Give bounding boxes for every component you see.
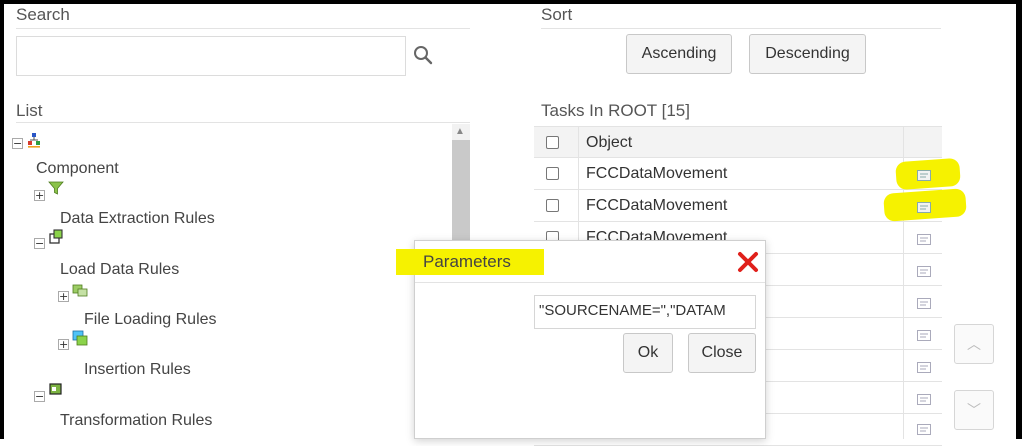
tasks-title: Tasks In ROOT [15] (541, 101, 690, 120)
ok-button[interactable]: Ok (623, 333, 673, 373)
parameters-icon[interactable] (917, 202, 931, 213)
parameters-icon[interactable] (917, 424, 931, 435)
move-up-button[interactable]: ︿ (954, 324, 994, 364)
screenshot-border-top (0, 0, 1022, 4)
table-row[interactable]: FCCDataMovement (534, 190, 942, 222)
parameters-icon[interactable] (917, 394, 931, 405)
tree-root-toggle[interactable]: − (12, 138, 23, 149)
close-icon[interactable] (736, 250, 760, 274)
close-button[interactable]: Close (688, 333, 756, 373)
list-divider (16, 122, 470, 123)
tree-file-loading-toggle[interactable]: + (58, 339, 69, 350)
parameters-icon[interactable] (917, 362, 931, 373)
parameters-icon[interactable] (917, 330, 931, 341)
column-header-object: Object (586, 134, 633, 151)
sort-divider (541, 28, 941, 29)
dialog-divider (415, 282, 765, 283)
screenshot-border-left (0, 0, 4, 439)
tree-item-component[interactable]: Component (36, 160, 119, 178)
dialog-title: Parameters (423, 252, 511, 271)
tree-item-data-extraction-rules[interactable]: Data Extraction Rules (60, 210, 215, 228)
list-label: List (16, 101, 43, 120)
sort-label: Sort (541, 5, 573, 24)
parameters-icon[interactable] (917, 234, 931, 245)
parameters-icon[interactable] (917, 298, 931, 309)
tree-item-insertion-rules[interactable]: Insertion Rules (84, 361, 191, 379)
tree-insertion-toggle[interactable]: − (34, 391, 45, 402)
database-rule-icon (49, 229, 63, 244)
parameters-input[interactable]: "SOURCENAME=","DATAM (534, 295, 756, 329)
tree-item-load-data-rules[interactable]: Load Data Rules (60, 261, 179, 279)
chevron-up-icon: ︿ (967, 336, 981, 352)
hierarchy-root-icon (28, 133, 40, 148)
sort-ascending-button[interactable]: Ascending (626, 34, 732, 74)
move-down-button[interactable]: ﹀ (954, 390, 994, 430)
load-files-icon (72, 284, 88, 297)
sort-descending-button[interactable]: Descending (749, 34, 866, 74)
tree-item-file-loading-rules[interactable]: File Loading Rules (84, 311, 217, 329)
chevron-down-icon: ﹀ (967, 402, 981, 418)
search-input[interactable] (16, 36, 406, 76)
parameters-icon[interactable] (917, 266, 931, 277)
search-divider (16, 28, 470, 29)
insert-rule-icon (72, 330, 88, 346)
funnel-icon (48, 181, 64, 195)
tree-component-toggle[interactable]: + (34, 190, 45, 201)
row-checkbox[interactable] (546, 167, 559, 180)
search-icon[interactable] (412, 44, 434, 66)
row-object: FCCDataMovement (586, 165, 728, 182)
parameters-icon[interactable] (917, 170, 931, 181)
row-checkbox[interactable] (546, 199, 559, 212)
transformation-rule-icon (49, 383, 62, 395)
tree-data-extraction-toggle[interactable]: − (34, 238, 45, 249)
screenshot-border-right (1016, 0, 1022, 439)
tree-load-data-toggle[interactable]: + (58, 291, 69, 302)
table-row[interactable]: FCCDataMovement (534, 158, 942, 190)
scroll-up-arrow-icon[interactable]: ▲ (455, 126, 465, 137)
tree-item-transformation-rules[interactable]: Transformation Rules (60, 412, 212, 430)
select-all-checkbox[interactable] (546, 136, 559, 149)
table-header-row: Object (534, 126, 942, 158)
row-object: FCCDataMovement (586, 197, 728, 214)
search-label: Search (16, 5, 70, 24)
